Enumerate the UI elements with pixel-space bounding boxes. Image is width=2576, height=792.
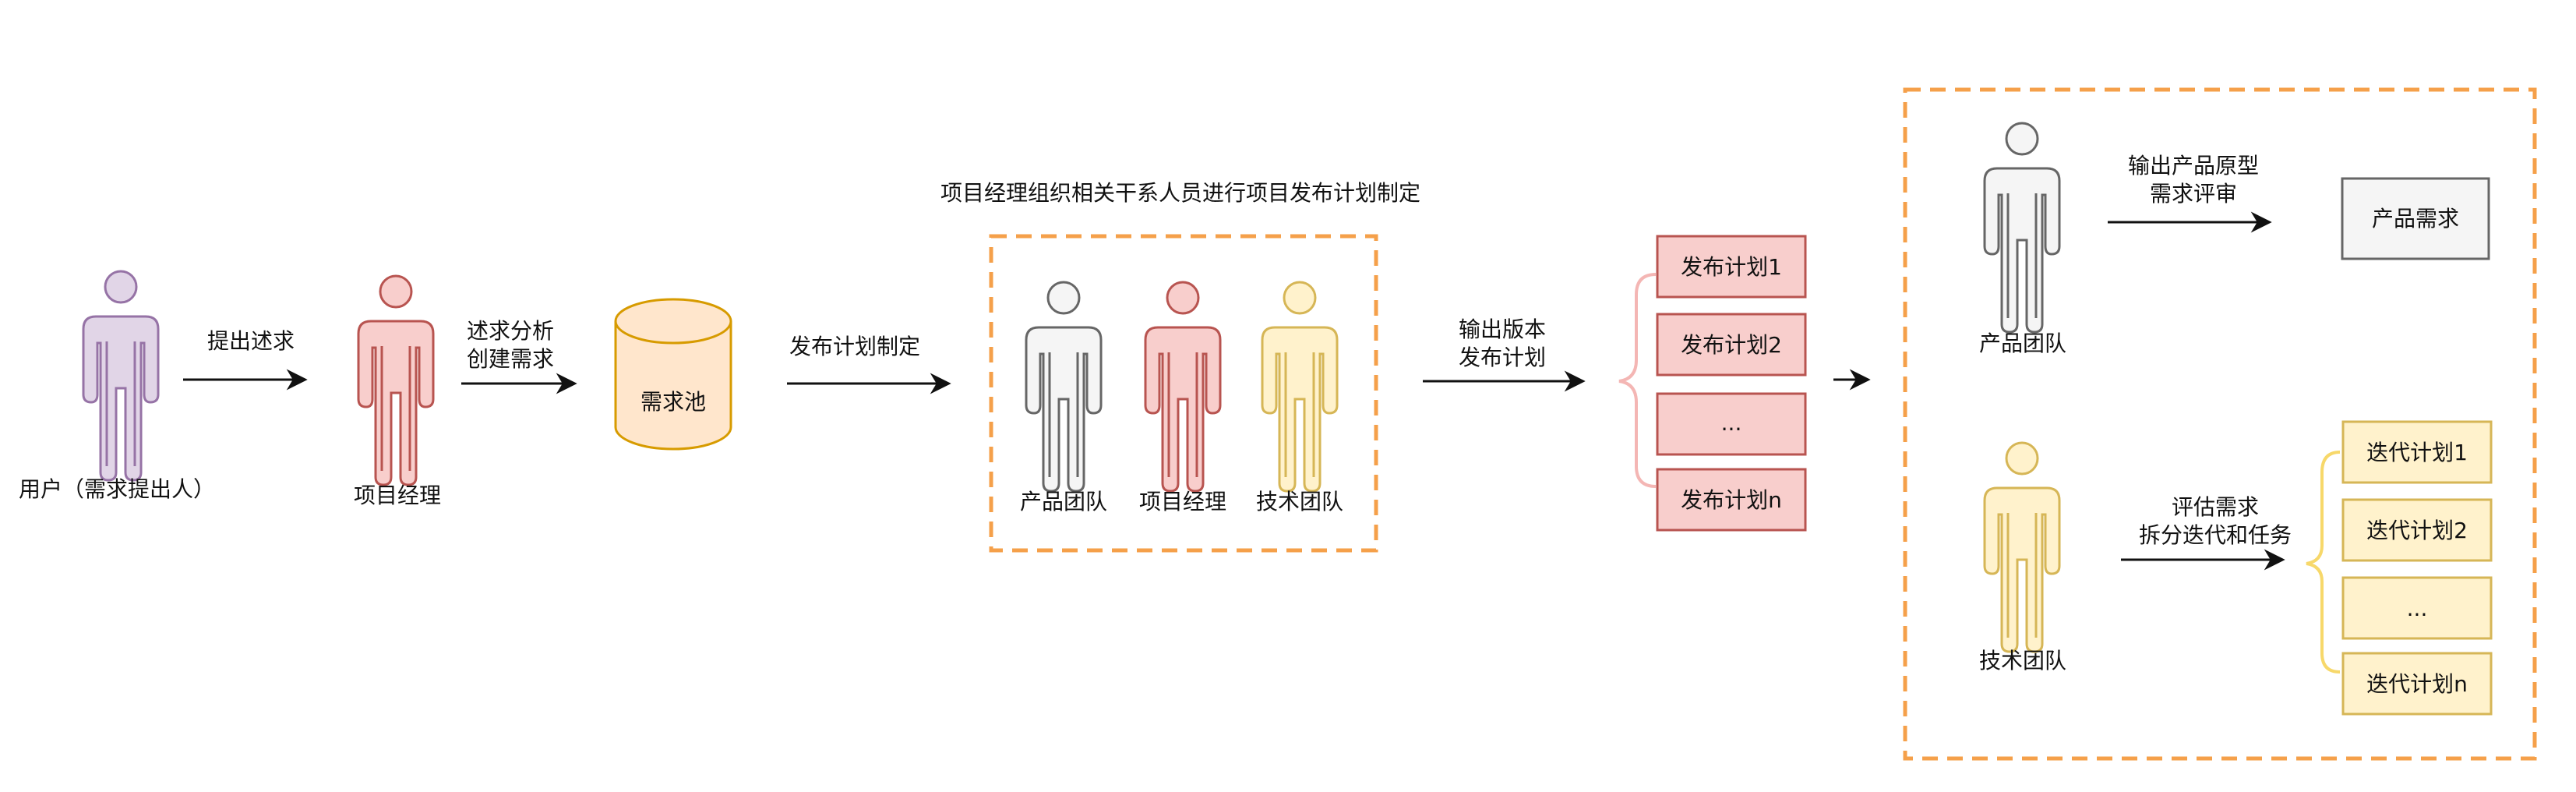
right-product-team-label: 产品团队 [1979, 331, 2066, 356]
svg-text:...: ... [2407, 596, 2428, 621]
requirement-pool-cylinder [614, 298, 732, 451]
group-project-manager-actor [1144, 281, 1222, 493]
evaluate-label-line2: 拆分迭代和任务 [2139, 522, 2292, 548]
project-manager-label: 项目经理 [354, 483, 441, 508]
iteration-plan-2: 迭代计划2 [2341, 498, 2493, 562]
group-product-team-actor [1025, 281, 1103, 493]
svg-text:...: ... [1721, 410, 1742, 436]
release-plans-brace [1618, 273, 1657, 488]
user-actor [82, 270, 160, 482]
svg-text:发布计划1: 发布计划1 [1681, 254, 1782, 280]
group-project-manager-label: 项目经理 [1139, 489, 1226, 514]
right-tech-team-label: 技术团队 [1979, 648, 2066, 674]
group-tech-team-label: 技术团队 [1256, 489, 1343, 514]
evaluate-label-line1: 评估需求 [2172, 494, 2259, 520]
release-plan-ellipsis: ... [1656, 392, 1807, 456]
iteration-plans-brace [2306, 451, 2341, 674]
prototype-label-line2: 需求评审 [2150, 181, 2237, 207]
output-label-line2: 发布计划 [1459, 345, 1546, 370]
output-label-line1: 输出版本 [1459, 316, 1546, 342]
release-plan-2: 发布计划2 [1656, 313, 1807, 377]
svg-text:迭代计划2: 迭代计划2 [2366, 518, 2468, 543]
iteration-plan-ellipsis: ... [2341, 576, 2493, 640]
svg-text:产品需求: 产品需求 [2372, 206, 2459, 232]
release-plan-n: 发布计划n [1656, 468, 1807, 532]
analyze-label-line2: 创建需求 [467, 346, 554, 372]
group-title: 项目经理组织相关干系人员进行项目发布计划制定 [940, 180, 1420, 206]
analyze-label-line1: 述求分析 [467, 318, 554, 344]
svg-text:迭代计划n: 迭代计划n [2366, 671, 2468, 697]
right-product-team-actor [1983, 122, 2061, 334]
plan-making-label: 发布计划制定 [789, 334, 920, 359]
user-label: 用户（需求提出人） [19, 476, 215, 502]
iteration-plan-1: 迭代计划1 [2341, 420, 2493, 484]
requirement-pool-label: 需求池 [640, 389, 706, 415]
product-requirement-box: 产品需求 [2341, 177, 2490, 260]
group-tech-team-actor [1261, 281, 1339, 493]
iteration-plan-n: 迭代计划n [2341, 652, 2493, 716]
project-manager-actor [357, 274, 435, 486]
svg-text:迭代计划1: 迭代计划1 [2366, 440, 2468, 465]
release-plan-1: 发布计划1 [1656, 235, 1807, 299]
svg-text:发布计划2: 发布计划2 [1681, 332, 1782, 358]
raise-request-label: 提出述求 [207, 328, 295, 354]
right-tech-team-actor [1983, 441, 2061, 653]
prototype-label-line1: 输出产品原型 [2128, 153, 2259, 179]
svg-text:发布计划n: 发布计划n [1681, 487, 1782, 513]
group-product-team-label: 产品团队 [1020, 489, 1107, 514]
